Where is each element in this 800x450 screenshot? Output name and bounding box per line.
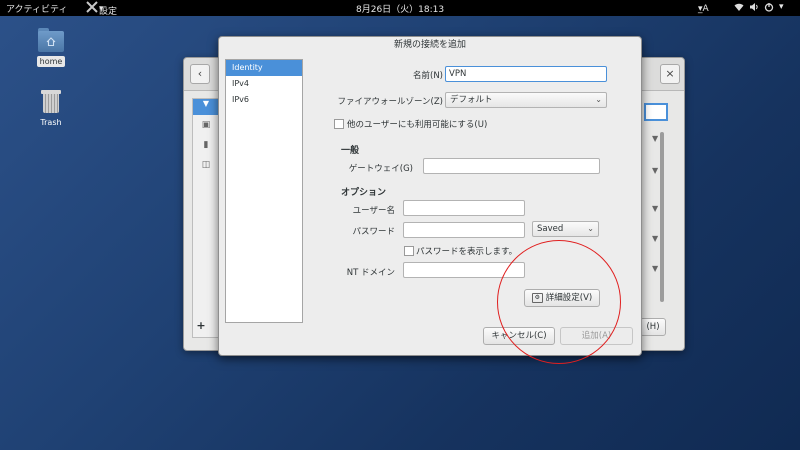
options-section-title: オプション <box>341 188 387 198</box>
sidebar-item-identity[interactable]: Identity <box>226 60 302 76</box>
power-icon[interactable] <box>764 2 774 15</box>
show-password-checkbox[interactable] <box>404 246 414 256</box>
chevron-left-icon: ‹ <box>197 67 203 80</box>
nt-domain-input[interactable] <box>403 262 525 278</box>
firewall-zone-label: ファイアウォールゾーン(Z) <box>337 97 443 107</box>
device-list: ▼ ▣ ▮ ◫ <box>192 98 220 338</box>
wifi-signal-icon: ▼ <box>652 134 659 143</box>
scrollbar[interactable] <box>660 132 664 302</box>
show-password-label[interactable]: パスワードを表示します。 <box>416 245 517 257</box>
sidebar-item-ipv6[interactable]: IPv6 <box>226 92 302 108</box>
back-button[interactable]: ‹ <box>190 64 210 84</box>
cancel-button[interactable]: キャンセル(C) <box>483 327 555 345</box>
chevron-down-icon: ▾ <box>698 4 703 14</box>
folder-icon <box>38 28 64 52</box>
add-button[interactable]: 追加(A) <box>560 327 633 345</box>
wifi-signal-icon: ▼ <box>652 264 659 273</box>
activities-button[interactable]: アクティビティ <box>6 2 67 15</box>
gateway-input[interactable] <box>423 158 600 174</box>
password-label: パスワード <box>352 227 395 237</box>
device-proxy[interactable]: ◫ <box>193 155 219 175</box>
device-wifi[interactable]: ▼ <box>193 99 219 115</box>
chevron-down-icon: ▾ <box>99 4 104 14</box>
nt-domain-label: NT ドメイン <box>346 268 395 278</box>
wifi-icon[interactable] <box>734 2 744 15</box>
add-device-button[interactable]: + <box>196 320 206 332</box>
all-users-checkbox[interactable] <box>334 119 344 129</box>
gateway-label: ゲートウェイ(G) <box>348 164 413 174</box>
all-users-label[interactable]: 他のユーザーにも利用可能にする(U) <box>347 118 487 130</box>
username-input[interactable] <box>403 200 525 216</box>
firewall-zone-select[interactable]: デフォルト ⌄ <box>445 92 607 108</box>
advanced-settings-label: 詳細設定(V) <box>545 293 593 303</box>
sidebar-item-ipv4[interactable]: IPv4 <box>226 76 302 92</box>
dialog-sidebar: Identity IPv4 IPv6 <box>225 59 303 323</box>
trash-label: Trash <box>40 118 62 127</box>
add-connection-dialog: 新規の接続を追加 Identity IPv4 IPv6 名前(N) VPN ファ… <box>218 36 642 356</box>
volume-icon[interactable] <box>749 2 759 15</box>
home-label: home <box>36 56 66 67</box>
username-label: ユーザー名 <box>352 206 395 216</box>
wifi-icon: ▼ <box>202 99 210 108</box>
name-label: 名前(N) <box>413 71 443 81</box>
advanced-settings-button[interactable]: ⚙ 詳細設定(V) <box>524 289 600 307</box>
name-input[interactable]: VPN <box>445 66 607 82</box>
help-button[interactable]: (H) <box>640 318 666 336</box>
top-bar: アクティビティ 設定 ▾ 8月26日（火）18:13 _A ▾ ▾ <box>0 0 800 17</box>
device-wired[interactable]: ▣ <box>193 115 219 135</box>
clock[interactable]: 8月26日（火）18:13 <box>356 2 444 15</box>
dialog-title: 新規の接続を追加 <box>393 40 466 50</box>
firewall-zone-value: デフォルト <box>450 95 493 105</box>
app-menu-icon[interactable] <box>86 1 98 16</box>
password-storage-value: Saved <box>537 224 564 234</box>
general-section-title: 一般 <box>341 146 360 156</box>
wifi-signal-icon: ▼ <box>652 204 659 213</box>
password-input[interactable] <box>403 222 525 238</box>
wifi-switch[interactable] <box>644 103 668 121</box>
modem-icon: ▮ <box>203 140 209 150</box>
chevron-down-icon: ⌄ <box>595 95 602 104</box>
wifi-signal-icon: ▼ <box>652 234 659 243</box>
wifi-signal-icon: ▼ <box>652 166 659 175</box>
desktop-icon-home[interactable]: home <box>26 28 76 67</box>
chevron-down-icon[interactable]: ▾ <box>779 2 784 12</box>
desktop-icon-trash[interactable]: Trash <box>26 88 76 128</box>
network-wired-icon: ▣ <box>201 120 211 130</box>
password-storage-select[interactable]: Saved ⌄ <box>532 221 599 237</box>
device-modem[interactable]: ▮ <box>193 135 219 155</box>
chevron-down-icon: ⌄ <box>587 224 594 233</box>
close-icon[interactable]: × <box>660 64 680 84</box>
settings-icon: ⚙ <box>531 292 543 303</box>
proxy-icon: ◫ <box>201 160 211 170</box>
trash-icon <box>41 88 61 114</box>
